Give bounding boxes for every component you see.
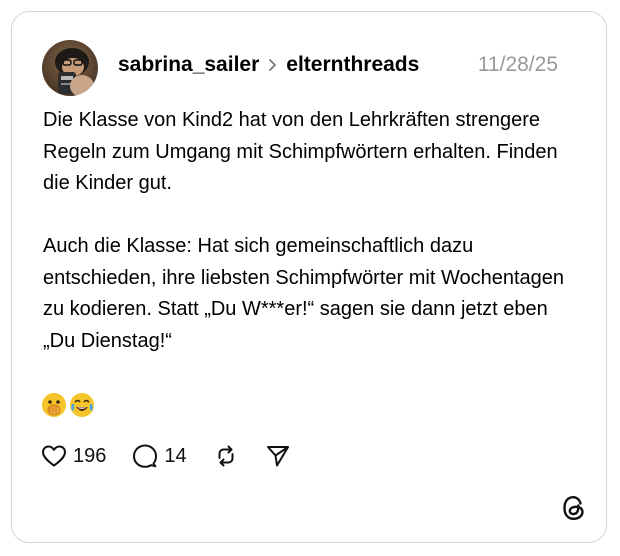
- post-body: Die Klasse von Kind2 hat von den Lehrkrä…: [43, 105, 583, 357]
- post-card: sabrina_sailer elternthreads 11/28/25 Di…: [11, 11, 607, 543]
- reply-bubble-icon: [132, 443, 158, 469]
- avatar[interactable]: [42, 40, 98, 96]
- post-date: 11/28/25: [477, 53, 558, 76]
- emoji-row: [41, 392, 95, 422]
- post-actions: 196 14: [41, 441, 317, 471]
- like-count: 196: [73, 444, 107, 467]
- reply-button[interactable]: 14: [132, 443, 187, 469]
- chevron-right-icon: [268, 58, 278, 72]
- repost-icon: [213, 443, 239, 469]
- author-username[interactable]: sabrina_sailer: [118, 53, 259, 77]
- share-button[interactable]: [265, 443, 291, 469]
- post-paragraph: Die Klasse von Kind2 hat von den Lehrkrä…: [43, 109, 558, 194]
- repost-button[interactable]: [213, 443, 239, 469]
- send-icon: [265, 443, 291, 469]
- post-paragraph: Auch die Klasse: Hat sich gemeinschaftli…: [43, 235, 565, 352]
- post-header: sabrina_sailer elternthreads 11/28/25: [118, 50, 558, 80]
- channel-name[interactable]: elternthreads: [286, 53, 419, 77]
- tears-of-joy-emoji-icon: [69, 392, 95, 422]
- threads-logo-icon[interactable]: [561, 494, 587, 522]
- hand-over-mouth-emoji-icon: [41, 392, 67, 422]
- reply-count: 14: [164, 444, 187, 467]
- heart-icon: [41, 444, 67, 468]
- like-button[interactable]: 196: [41, 444, 106, 468]
